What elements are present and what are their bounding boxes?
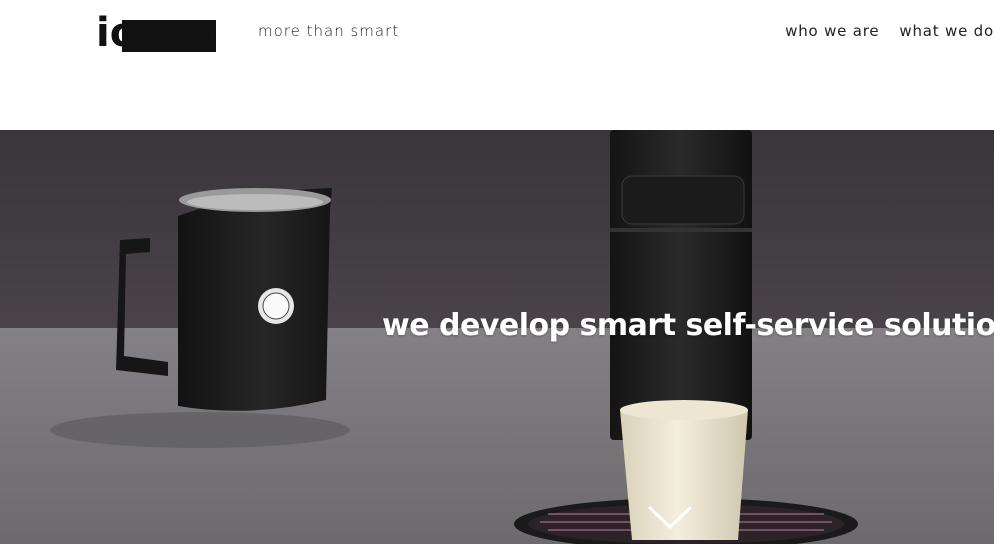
hero-section: we develop smart self-service solutions [0, 130, 994, 544]
main-nav: who we are what we do [785, 22, 994, 40]
tagline: more than smart [258, 22, 400, 40]
logo[interactable]: iovent [94, 6, 218, 54]
logo-text: iovent [96, 10, 218, 54]
nav-item-who-we-are[interactable]: who we are [785, 22, 879, 40]
site-header: iovent more than smart who we are what w… [0, 0, 994, 130]
nav-item-what-we-do[interactable]: what we do [899, 22, 994, 40]
hero-headline: we develop smart self-service solutions [382, 308, 994, 343]
chevron-down-icon[interactable] [646, 503, 694, 531]
